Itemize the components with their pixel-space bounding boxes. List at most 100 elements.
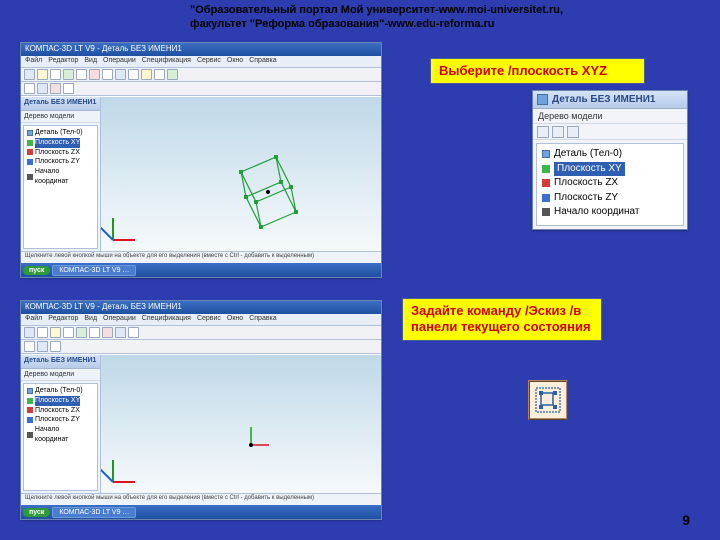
callout-select-plane: Выберите /плоскость XYZ	[430, 58, 645, 84]
tree-item[interactable]: Плоскость XY	[26, 396, 95, 406]
inset-model-tree[interactable]: Деталь (Тел-0) Плоскость XY Плоскость ZX…	[536, 143, 684, 226]
menu-item[interactable]: Вид	[84, 57, 97, 66]
workarea: Деталь БЕЗ ИМЕНИ1 Дерево модели Деталь (…	[21, 354, 381, 493]
toolbar-button[interactable]	[141, 69, 152, 80]
menubar[interactable]: Файл Редактор Вид Операции Спецификация …	[21, 56, 381, 68]
origin-icon	[27, 174, 33, 180]
menu-item[interactable]: Вид	[84, 315, 97, 324]
menu-item[interactable]: Операции	[103, 315, 136, 324]
tree-item[interactable]: Плоскость ZX	[26, 406, 95, 416]
toolbar-button[interactable]	[37, 341, 48, 352]
slide-header: "Образовательный портал Мой университет-…	[190, 4, 563, 32]
menu-item[interactable]: Справка	[249, 57, 276, 66]
tree-item[interactable]: Плоскость ZX	[540, 176, 680, 191]
toolbar-button[interactable]	[24, 83, 35, 94]
taskbar-task[interactable]: КОМПАС-3D LT V9 …	[52, 265, 136, 276]
tree-item[interactable]: Плоскость ZY	[26, 415, 95, 425]
toolbar-button[interactable]	[63, 327, 74, 338]
part-icon	[542, 150, 550, 158]
menu-item[interactable]: Файл	[25, 57, 42, 66]
menu-item[interactable]: Редактор	[48, 315, 78, 324]
taskbar: пуск КОМПАС-3D LT V9 …	[21, 505, 381, 519]
menu-item[interactable]: Редактор	[48, 57, 78, 66]
toolbar-button[interactable]	[24, 327, 35, 338]
side-panel-sublabel: Дерево модели	[21, 369, 100, 381]
plane-icon	[542, 194, 550, 202]
window-titlebar: КОМПАС-3D LT V9 - Деталь БЕЗ ИМЕНИ1	[21, 43, 381, 56]
tree-item[interactable]: Начало координат	[540, 205, 680, 220]
toolbar-button[interactable]	[37, 69, 48, 80]
model-tree[interactable]: Деталь (Тел-0) Плоскость XY Плоскость ZX…	[23, 125, 98, 249]
model-tree[interactable]: Деталь (Тел-0) Плоскость XY Плоскость ZX…	[23, 383, 98, 491]
menu-item[interactable]: Сервис	[197, 57, 221, 66]
tree-item[interactable]: Начало координат	[26, 167, 95, 187]
toolbar-secondary	[21, 340, 381, 354]
tree-root[interactable]: Деталь (Тел-0)	[540, 147, 680, 162]
inset-model-tree-panel: Деталь БЕЗ ИМЕНИ1 Дерево модели Деталь (…	[532, 90, 688, 230]
toolbar-button[interactable]	[37, 83, 48, 94]
origin-icon	[27, 432, 33, 438]
tree-item[interactable]: Плоскость XY	[26, 138, 95, 148]
menu-item[interactable]: Окно	[227, 315, 243, 324]
toolbar-button[interactable]	[50, 327, 61, 338]
menu-item[interactable]: Операции	[103, 57, 136, 66]
toolbar-button[interactable]	[115, 69, 126, 80]
toolbar-button[interactable]	[63, 83, 74, 94]
plane-icon	[542, 165, 550, 173]
toolbar-button[interactable]	[128, 327, 139, 338]
viewport-3d[interactable]	[101, 97, 381, 251]
toolbar-button[interactable]	[76, 327, 87, 338]
toolbar-button[interactable]	[115, 327, 126, 338]
header-line-1: "Образовательный портал Мой университет-…	[190, 4, 563, 16]
sketch-icon[interactable]	[528, 380, 568, 420]
tree-item[interactable]: Начало координат	[26, 425, 95, 445]
toolbar-button[interactable]	[37, 327, 48, 338]
taskbar-task[interactable]: КОМПАС-3D LT V9 …	[52, 507, 136, 518]
toolbar-secondary	[21, 82, 381, 96]
callout-sketch-command: Задайте команду /Эскиз /в панели текущег…	[402, 298, 602, 341]
menu-item[interactable]: Окно	[227, 57, 243, 66]
origin-marker	[231, 425, 271, 470]
toolbar-button[interactable]	[154, 69, 165, 80]
statusbar: Щелкните левой кнопкой мыши на объекте д…	[21, 493, 381, 505]
toolbar-button[interactable]	[50, 341, 61, 352]
inset-toolbar-button[interactable]	[552, 126, 564, 138]
toolbar-button[interactable]	[24, 69, 35, 80]
toolbar-button[interactable]	[102, 327, 113, 338]
menu-item[interactable]: Спецификация	[142, 57, 191, 66]
tree-root[interactable]: Деталь (Тел-0)	[26, 128, 95, 138]
tree-item[interactable]: Плоскость ZY	[26, 157, 95, 167]
toolbar-button[interactable]	[167, 69, 178, 80]
tree-item[interactable]: Плоскость ZX	[26, 148, 95, 158]
statusbar: Щелкните левой кнопкой мыши на объекте д…	[21, 251, 381, 263]
workarea: Деталь БЕЗ ИМЕНИ1 Дерево модели Деталь (…	[21, 96, 381, 251]
menu-item[interactable]: Сервис	[197, 315, 221, 324]
tree-root[interactable]: Деталь (Тел-0)	[26, 386, 95, 396]
inset-panel-title: Деталь БЕЗ ИМЕНИ1	[533, 91, 687, 109]
start-button[interactable]: пуск	[23, 266, 50, 275]
toolbar-button[interactable]	[128, 69, 139, 80]
plane-icon	[27, 140, 33, 146]
toolbar-button[interactable]	[63, 69, 74, 80]
menu-item[interactable]: Спецификация	[142, 315, 191, 324]
plane-icon	[542, 179, 550, 187]
toolbar-button[interactable]	[76, 69, 87, 80]
viewport-3d[interactable]	[101, 355, 381, 493]
menubar[interactable]: Файл Редактор Вид Операции Спецификация …	[21, 314, 381, 326]
toolbar-button[interactable]	[50, 69, 61, 80]
toolbar-button[interactable]	[89, 69, 100, 80]
side-panel: Деталь БЕЗ ИМЕНИ1 Дерево модели Деталь (…	[21, 97, 101, 251]
plane-icon	[27, 407, 33, 413]
menu-item[interactable]: Файл	[25, 315, 42, 324]
toolbar-button[interactable]	[102, 69, 113, 80]
toolbar-button[interactable]	[50, 83, 61, 94]
menu-item[interactable]: Справка	[249, 315, 276, 324]
plane-icon	[27, 159, 33, 165]
toolbar-button[interactable]	[24, 341, 35, 352]
tree-item[interactable]: Плоскость XY	[540, 162, 680, 177]
tree-item[interactable]: Плоскость ZY	[540, 191, 680, 206]
inset-toolbar-button[interactable]	[537, 126, 549, 138]
toolbar-button[interactable]	[89, 327, 100, 338]
start-button[interactable]: пуск	[23, 508, 50, 517]
inset-toolbar-button[interactable]	[567, 126, 579, 138]
